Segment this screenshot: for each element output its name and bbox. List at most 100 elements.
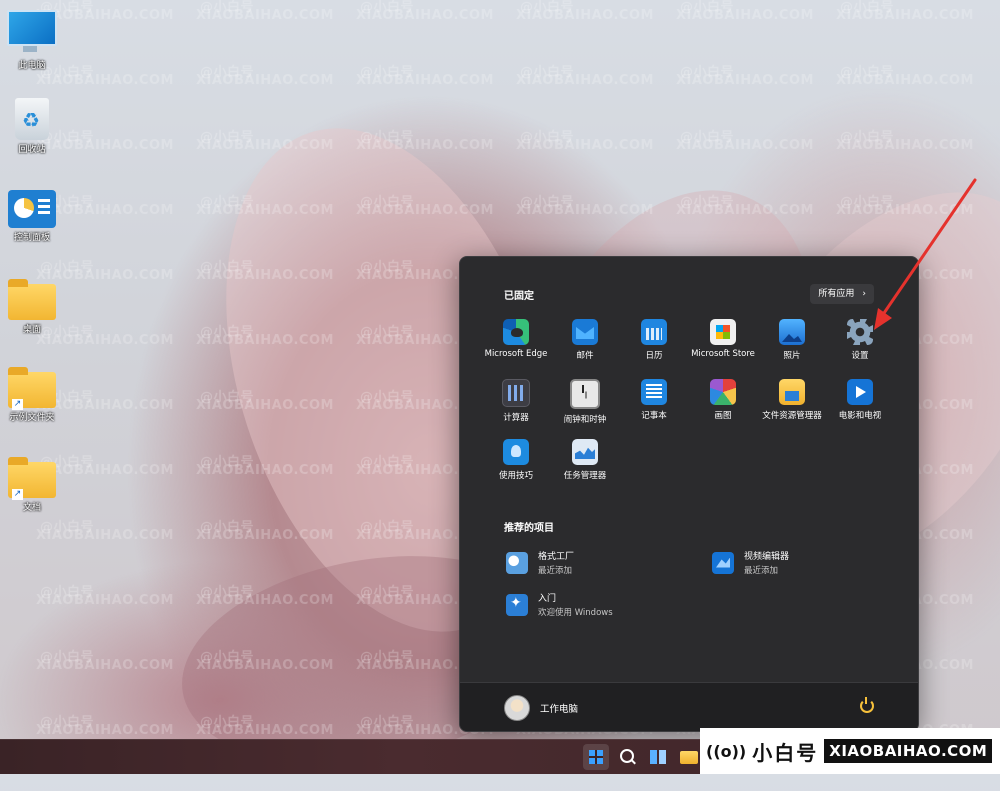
recommended-item-video-editor[interactable]: 视频编辑器 最近添加 xyxy=(712,549,789,576)
desktop-icon-documents[interactable]: ↗ 文档 xyxy=(2,457,62,513)
watermark-handle: @小白号 xyxy=(200,325,255,340)
video-editor-icon xyxy=(712,551,734,574)
get-started-icon xyxy=(506,593,528,616)
pinned-app-movies-tv[interactable]: 电影和电视 xyxy=(826,377,894,429)
watermark-site: XIAOBAIHAO.COM xyxy=(836,138,974,153)
pinned-app-mail[interactable]: 邮件 xyxy=(551,317,619,369)
pinned-app-calculator[interactable]: 计算器 xyxy=(482,377,550,429)
recommended-item-subtitle: 欢迎使用 Windows xyxy=(538,608,613,618)
notepad-icon xyxy=(641,379,667,405)
pinned-app-label: 画图 xyxy=(714,411,732,421)
user-account-button[interactable]: 工作电脑 xyxy=(504,695,578,721)
watermark-site: XIAOBAIHAO.COM xyxy=(36,658,174,673)
folder-shortcut-icon: ↗ xyxy=(8,457,56,500)
watermark-handle: @小白号 xyxy=(360,585,415,600)
watermark-handle: @小白号 xyxy=(520,195,575,210)
pinned-app-label: Microsoft Edge xyxy=(484,349,548,359)
pinned-app-label: 记事本 xyxy=(641,411,667,421)
recommended-item-get-started[interactable]: 入门 欢迎使用 Windows xyxy=(506,591,613,618)
pinned-app-clock[interactable]: 闹钟和时钟 xyxy=(551,377,619,429)
power-icon[interactable] xyxy=(860,697,874,713)
pinned-app-notepad[interactable]: 记事本 xyxy=(620,377,688,429)
watermark-site: XIAOBAIHAO.COM xyxy=(196,593,334,608)
pinned-app-edge[interactable]: Microsoft Edge xyxy=(482,317,550,369)
pinned-app-label: 电影和电视 xyxy=(838,411,882,421)
pinned-app-calendar[interactable]: 日历 xyxy=(620,317,688,369)
watermark-handle: @小白号 xyxy=(200,65,255,80)
pinned-app-label: 闹钟和时钟 xyxy=(563,415,607,425)
pinned-app-settings[interactable]: 设置 xyxy=(826,317,894,369)
watermark-handle: @小白号 xyxy=(360,195,415,210)
watermark-site: XIAOBAIHAO.COM xyxy=(836,203,974,218)
desktop-icon-recycle-bin[interactable]: 回收站 xyxy=(2,98,62,155)
file-explorer-icon[interactable] xyxy=(676,744,702,770)
mail-icon xyxy=(572,319,598,345)
desktop-icon-label: 回收站 xyxy=(18,145,46,155)
settings-icon xyxy=(847,319,873,345)
desktop-icon-control-panel[interactable]: 控制面板 xyxy=(2,190,62,243)
pinned-app-label: 计算器 xyxy=(503,413,529,423)
watermark-handle: @小白号 xyxy=(680,195,735,210)
pinned-app-store[interactable]: Microsoft Store xyxy=(689,317,757,369)
recommended-item-title: 格式工厂 xyxy=(538,552,575,562)
desktop-icon-label: 文档 xyxy=(22,503,41,513)
calendar-icon xyxy=(641,319,667,345)
pinned-app-photos[interactable]: 照片 xyxy=(758,317,826,369)
pinned-app-paint[interactable]: 画图 xyxy=(689,377,757,429)
user-name: 工作电脑 xyxy=(540,704,579,715)
pinned-app-file-explorer[interactable]: 文件资源管理器 xyxy=(758,377,826,429)
watermark-handle: @小白号 xyxy=(520,0,575,15)
watermark-handle: @小白号 xyxy=(360,390,415,405)
watermark-handle: @小白号 xyxy=(360,0,415,15)
signal-icon: ((o)) xyxy=(706,741,747,761)
widgets-icon[interactable] xyxy=(645,744,671,770)
recommended-item-title: 入门 xyxy=(538,594,557,604)
calculator-icon xyxy=(502,379,530,407)
watermark-handle: @小白号 xyxy=(200,260,255,275)
desktop-icon-this-pc[interactable]: 此电脑 xyxy=(2,10,62,71)
watermark-site: XIAOBAIHAO.COM xyxy=(676,138,814,153)
pinned-app-tips[interactable]: 使用技巧 xyxy=(482,437,550,489)
watermark-handle: @小白号 xyxy=(360,650,415,665)
watermark-handle: @小白号 xyxy=(680,0,735,15)
brand-watermark: ((o)) 小白号 XIAOBAIHAO.COM xyxy=(700,728,1000,774)
watermark-handle: @小白号 xyxy=(360,260,415,275)
watermark-site: XIAOBAIHAO.COM xyxy=(356,138,494,153)
watermark-handle: @小白号 xyxy=(520,65,575,80)
all-apps-label: 所有应用 xyxy=(818,289,855,299)
all-apps-button[interactable]: 所有应用 › xyxy=(810,284,874,304)
recycle-bin-icon xyxy=(15,98,49,140)
watermark-site: XIAOBAIHAO.COM xyxy=(196,333,334,348)
pinned-app-task-manager[interactable]: 任务管理器 xyxy=(551,437,619,489)
watermark-handle: @小白号 xyxy=(360,715,415,730)
desktop-icon-desktop-folder[interactable]: 桌面 xyxy=(2,279,62,335)
watermark-site: XIAOBAIHAO.COM xyxy=(516,203,654,218)
watermark-site: XIAOBAIHAO.COM xyxy=(516,138,654,153)
start-icon[interactable] xyxy=(583,744,609,770)
pinned-app-label: Microsoft Store xyxy=(691,349,755,359)
watermark-site: XIAOBAIHAO.COM xyxy=(196,203,334,218)
search-icon[interactable] xyxy=(614,744,640,770)
movies-tv-icon xyxy=(847,379,873,405)
watermark-handle: @小白号 xyxy=(200,195,255,210)
desktop-icon-label: 桌面 xyxy=(22,325,41,335)
watermark-site: XIAOBAIHAO.COM xyxy=(196,398,334,413)
recommended-item-format-factory[interactable]: 格式工厂 最近添加 xyxy=(506,549,574,576)
recommended-section-title: 推荐的项目 xyxy=(504,523,554,534)
watermark-site: XIAOBAIHAO.COM xyxy=(676,8,814,23)
watermark-handle: @小白号 xyxy=(40,650,95,665)
watermark-site: XIAOBAIHAO.COM xyxy=(196,658,334,673)
desktop-icon-sample-folder[interactable]: ↗ 示例文件夹 xyxy=(2,367,62,423)
start-menu: 已固定 所有应用 › Microsoft Edge 邮件 日历 Microsof… xyxy=(459,256,919,732)
watermark-handle: @小白号 xyxy=(680,65,735,80)
desktop-icon-label: 控制面板 xyxy=(13,233,50,243)
watermark-site: XIAOBAIHAO.COM xyxy=(356,8,494,23)
desktop-icon-label: 示例文件夹 xyxy=(9,413,55,423)
pinned-app-label: 照片 xyxy=(783,351,801,361)
recommended-item-title: 视频编辑器 xyxy=(744,552,790,562)
watermark-site: XIAOBAIHAO.COM xyxy=(36,528,174,543)
clock-icon xyxy=(570,379,600,409)
watermark-site: XIAOBAIHAO.COM xyxy=(836,8,974,23)
watermark-site: XIAOBAIHAO.COM xyxy=(196,8,334,23)
watermark-handle: @小白号 xyxy=(360,65,415,80)
